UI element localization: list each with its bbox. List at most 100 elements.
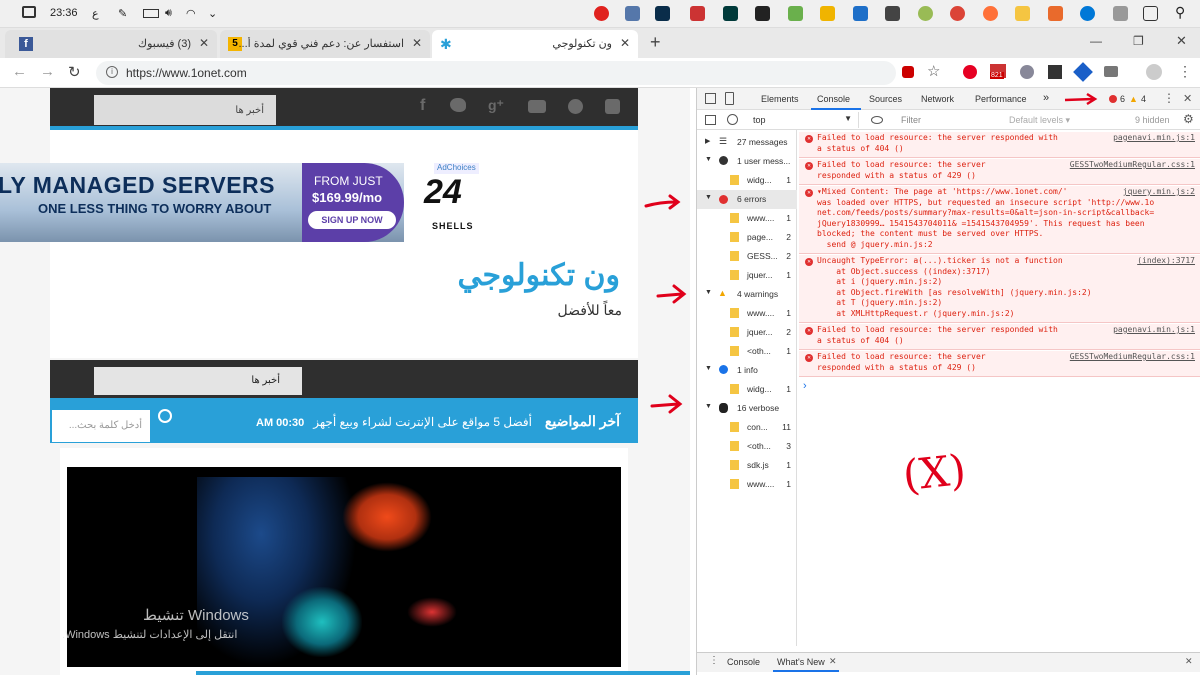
edge-icon[interactable]: [1080, 6, 1095, 21]
console-error-message[interactable]: ✕ Uncaught TypeError: a(...).ticker is no…: [799, 255, 1200, 323]
volume-icon[interactable]: 🔊︎: [165, 7, 172, 20]
adchoices-badge[interactable]: AdChoices: [434, 163, 479, 174]
close-window-button[interactable]: ✕: [1176, 33, 1187, 49]
tab-active[interactable]: ✱ ون تكنولوجي ✕: [432, 30, 638, 58]
filter-input[interactable]: Filter: [893, 112, 1005, 128]
download-icon[interactable]: [1048, 65, 1062, 79]
blocked-icon[interactable]: [902, 66, 914, 78]
devtools-tab-performance[interactable]: Performance: [975, 94, 1027, 104]
console-prompt[interactable]: ›: [803, 380, 807, 392]
expand-arrow-icon[interactable]: ▼: [705, 156, 712, 163]
console-message-source-link[interactable]: GESSTwoMediumRegular.css:1: [1070, 160, 1195, 171]
console-sidebar-item[interactable]: GESS... 2: [697, 247, 797, 266]
app-icon[interactable]: [755, 6, 770, 21]
star-icon[interactable]: ☆: [927, 62, 940, 80]
app-icon[interactable]: [625, 6, 640, 21]
close-drawer-icon[interactable]: ✕: [1185, 656, 1193, 667]
console-sidebar-item[interactable]: jquer... 1: [697, 266, 797, 285]
new-tab-button[interactable]: +: [650, 32, 661, 53]
audition-icon[interactable]: [723, 6, 738, 21]
eye-icon[interactable]: [871, 116, 883, 124]
console-sidebar-item[interactable]: ▼ 1 info: [697, 361, 797, 380]
console-message-source-link[interactable]: jquery.min.js:2: [1123, 187, 1195, 198]
twitter-icon[interactable]: [450, 98, 466, 112]
rss-icon[interactable]: [605, 99, 620, 114]
console-sidebar-item[interactable]: ▼ ▲ 4 warnings: [697, 285, 797, 304]
console-message-source-link[interactable]: (index):3717: [1137, 256, 1195, 267]
error-count-icon[interactable]: [1109, 95, 1117, 103]
pen-icon[interactable]: ✎: [118, 7, 127, 20]
console-sidebar-item[interactable]: www.... 1: [697, 475, 797, 494]
warning-count[interactable]: 4: [1141, 94, 1146, 104]
error-count[interactable]: 6: [1120, 94, 1125, 104]
notification-icon[interactable]: [22, 6, 36, 18]
app-icon[interactable]: [853, 6, 868, 21]
android-icon[interactable]: [820, 6, 835, 21]
expand-arrow-icon[interactable]: ▼: [705, 403, 712, 410]
console-sidebar-item[interactable]: jquer... 2: [697, 323, 797, 342]
ticker-headline[interactable]: أفضل 5 مواقع على الإنترنت لشراء وبيع أجه…: [313, 415, 532, 429]
more-tabs-button[interactable]: »: [1043, 92, 1049, 104]
console-error-message[interactable]: ✕ Failed to load resource: the server res…: [799, 324, 1200, 350]
search-icon[interactable]: [158, 409, 172, 423]
console-sidebar-item[interactable]: <oth... 1: [697, 342, 797, 361]
search-icon[interactable]: ⚲: [1175, 4, 1185, 21]
main-nav-search-box[interactable]: أخبر ها: [94, 367, 302, 395]
task-view-icon[interactable]: [1143, 6, 1158, 21]
expand-arrow-icon[interactable]: ▼: [705, 289, 712, 296]
console-sidebar-item[interactable]: www.... 1: [697, 304, 797, 323]
console-sidebar-item[interactable]: widg... 1: [697, 171, 797, 190]
photoshop-icon[interactable]: [655, 6, 670, 21]
profile-avatar[interactable]: [1146, 64, 1162, 80]
console-sidebar-item[interactable]: www.... 1: [697, 209, 797, 228]
clear-console-icon[interactable]: [727, 114, 738, 125]
console-message-source-link[interactable]: GESSTwoMediumRegular.css:1: [1070, 352, 1195, 363]
store-icon[interactable]: [1113, 6, 1128, 21]
battery-icon[interactable]: [143, 9, 159, 18]
devtools-tab-sources[interactable]: Sources: [869, 94, 902, 104]
close-devtools-icon[interactable]: ✕: [1183, 92, 1192, 105]
close-tab-icon[interactable]: ✕: [620, 36, 630, 50]
expand-arrow-icon[interactable]: ▼: [705, 194, 712, 201]
tab-facebook[interactable]: f (3) فيسبوك ✕: [5, 30, 217, 58]
camera-icon[interactable]: [1104, 66, 1118, 77]
chevron-up-icon[interactable]: ⌄: [208, 7, 217, 20]
console-sidebar-item[interactable]: ▼ 6 errors: [697, 190, 797, 209]
chrome-icon[interactable]: [950, 6, 965, 21]
settings-gear-icon[interactable]: ⚙: [1183, 112, 1194, 126]
minimize-button[interactable]: —: [1090, 34, 1102, 48]
devtools-tab-network[interactable]: Network: [921, 94, 954, 104]
top-search-box[interactable]: أخبر ها: [94, 95, 276, 125]
forward-button[interactable]: →: [40, 63, 55, 80]
clock[interactable]: 23:36: [50, 7, 78, 19]
extension-icon[interactable]: [1073, 62, 1093, 82]
device-toolbar-icon[interactable]: [725, 92, 734, 105]
back-button[interactable]: ←: [12, 63, 27, 80]
site-title[interactable]: ون تكنولوجي: [457, 258, 620, 293]
context-selector[interactable]: top ▼: [747, 112, 859, 128]
inspect-icon[interactable]: [705, 93, 716, 104]
url-field[interactable]: i https://www.1onet.com: [96, 61, 896, 85]
ad-cta-button[interactable]: SIGN UP NOW: [308, 211, 396, 229]
console-error-message[interactable]: ✕ ▾Mixed Content: The page at 'https://ww…: [799, 186, 1200, 254]
sidebar-toggle-icon[interactable]: [705, 115, 716, 125]
drawer-tab-whats-new[interactable]: What's New: [777, 657, 825, 667]
firefox-icon[interactable]: [983, 6, 998, 21]
app-icon[interactable]: [918, 6, 933, 21]
info-icon[interactable]: i: [106, 66, 118, 78]
opera-icon[interactable]: [594, 6, 609, 21]
drawer-tab-console[interactable]: Console: [727, 657, 760, 667]
reload-button[interactable]: ↻: [68, 63, 81, 81]
wifi-icon[interactable]: ◠: [186, 7, 196, 20]
pinterest-icon[interactable]: [963, 65, 977, 79]
folder-icon[interactable]: [1015, 6, 1030, 21]
google-plus-icon[interactable]: g⁺: [488, 97, 504, 114]
android-icon[interactable]: [788, 6, 803, 21]
tab-forum[interactable]: 5 استفسار عن: دعم فني قوي لمدة أ... ✕: [220, 30, 430, 58]
menu-icon[interactable]: ⋮: [1178, 63, 1192, 80]
console-error-message[interactable]: ✕ Failed to load resource: the server res…: [799, 132, 1200, 158]
console-error-message[interactable]: ✕ Failed to load resource: the server res…: [799, 159, 1200, 185]
devtools-tab-elements[interactable]: Elements: [761, 94, 799, 104]
warning-count-icon[interactable]: ▲: [1129, 94, 1138, 104]
console-message-source-link[interactable]: pagenavi.min.js:1: [1113, 325, 1195, 336]
